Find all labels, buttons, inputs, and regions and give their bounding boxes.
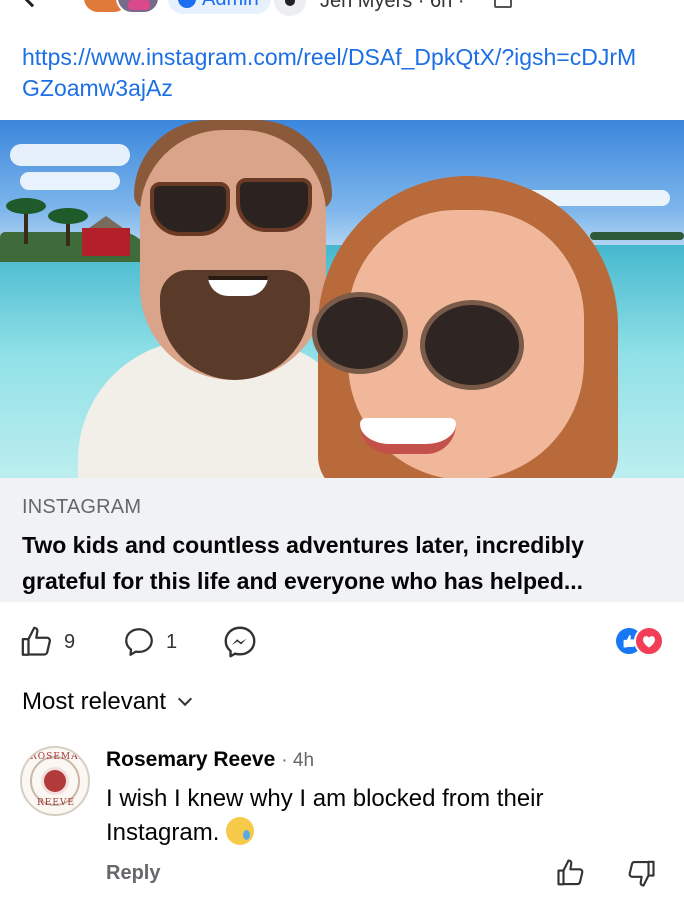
like-button[interactable]: 9 xyxy=(20,622,75,662)
comment-dislike-button[interactable] xyxy=(626,858,656,893)
preview-photo xyxy=(0,120,684,478)
reply-button[interactable]: Reply xyxy=(106,862,160,885)
people-icon xyxy=(494,0,512,8)
photo-woman-sunglasses xyxy=(420,300,524,390)
comment-header: Rosemary Reeve · 4h xyxy=(106,748,314,772)
thumbs-up-icon xyxy=(557,859,584,886)
chevron-down-icon xyxy=(177,691,193,707)
photo-man-sunglasses xyxy=(236,178,312,232)
comment-item: ROSEMARY REEVE Rosemary Reeve · 4h I wis… xyxy=(0,740,684,900)
avatar-logo-text-top: ROSEMARY xyxy=(30,752,90,762)
photo-palm-top xyxy=(48,208,88,224)
post-header: Admin Jen Myers · 6h · xyxy=(0,0,684,20)
comment-text: I wish I knew why I am blocked from thei… xyxy=(106,785,544,846)
comment-time: · 4h xyxy=(281,750,315,771)
shield-check-icon xyxy=(178,0,196,8)
link-preview-card[interactable]: INSTAGRAM Two kids and countless adventu… xyxy=(0,120,684,602)
comment-sort-dropdown[interactable]: Most relevant xyxy=(22,688,193,716)
photo-hut xyxy=(82,228,130,256)
trophy-icon xyxy=(274,0,306,16)
photo-man-sunglasses xyxy=(150,182,230,236)
group-avatars[interactable] xyxy=(82,0,162,14)
admin-badge: Admin xyxy=(168,0,271,14)
messenger-share-button[interactable] xyxy=(222,622,258,662)
love-reaction-icon xyxy=(634,626,664,656)
preview-title: Two kids and countless adventures later,… xyxy=(22,532,584,594)
crying-face-icon xyxy=(226,817,255,845)
admin-label: Admin xyxy=(202,0,259,11)
photo-woman-mouth xyxy=(360,418,456,454)
commenter-name[interactable]: Rosemary Reeve xyxy=(106,748,275,772)
photo-woman-sunglasses xyxy=(312,292,408,374)
comment-body: I wish I knew why I am blocked from thei… xyxy=(106,782,646,850)
avatar-badge xyxy=(128,0,150,10)
comment-icon xyxy=(125,628,153,656)
comment-like-button[interactable] xyxy=(556,858,586,893)
comment-button[interactable]: 1 xyxy=(122,622,177,662)
poster-meta[interactable]: Jen Myers · 6h · xyxy=(320,0,464,13)
back-chevron-icon[interactable] xyxy=(20,0,44,8)
like-count: 9 xyxy=(64,630,76,653)
photo-cloud xyxy=(10,144,130,166)
preview-source: INSTAGRAM xyxy=(22,496,142,518)
thumbs-up-icon xyxy=(21,626,51,656)
post-action-bar: 9 1 xyxy=(0,622,684,666)
thumbs-down-icon xyxy=(628,860,655,887)
preview-text: INSTAGRAM Two kids and countless adventu… xyxy=(0,478,684,602)
comment-count: 1 xyxy=(166,630,178,653)
sort-label: Most relevant xyxy=(22,688,167,715)
photo-cloud xyxy=(20,172,120,190)
rose-icon xyxy=(44,770,66,792)
reaction-summary[interactable] xyxy=(614,626,664,656)
messenger-icon xyxy=(224,626,256,658)
photo-palm-top xyxy=(6,198,46,214)
post-link[interactable]: https://www.instagram.com/reel/DSAf_DpkQ… xyxy=(22,42,642,104)
commenter-avatar[interactable]: ROSEMARY REEVE xyxy=(20,746,90,816)
avatar-logo-text-bottom: REEVE xyxy=(37,798,75,808)
photo-far-land xyxy=(590,232,684,240)
